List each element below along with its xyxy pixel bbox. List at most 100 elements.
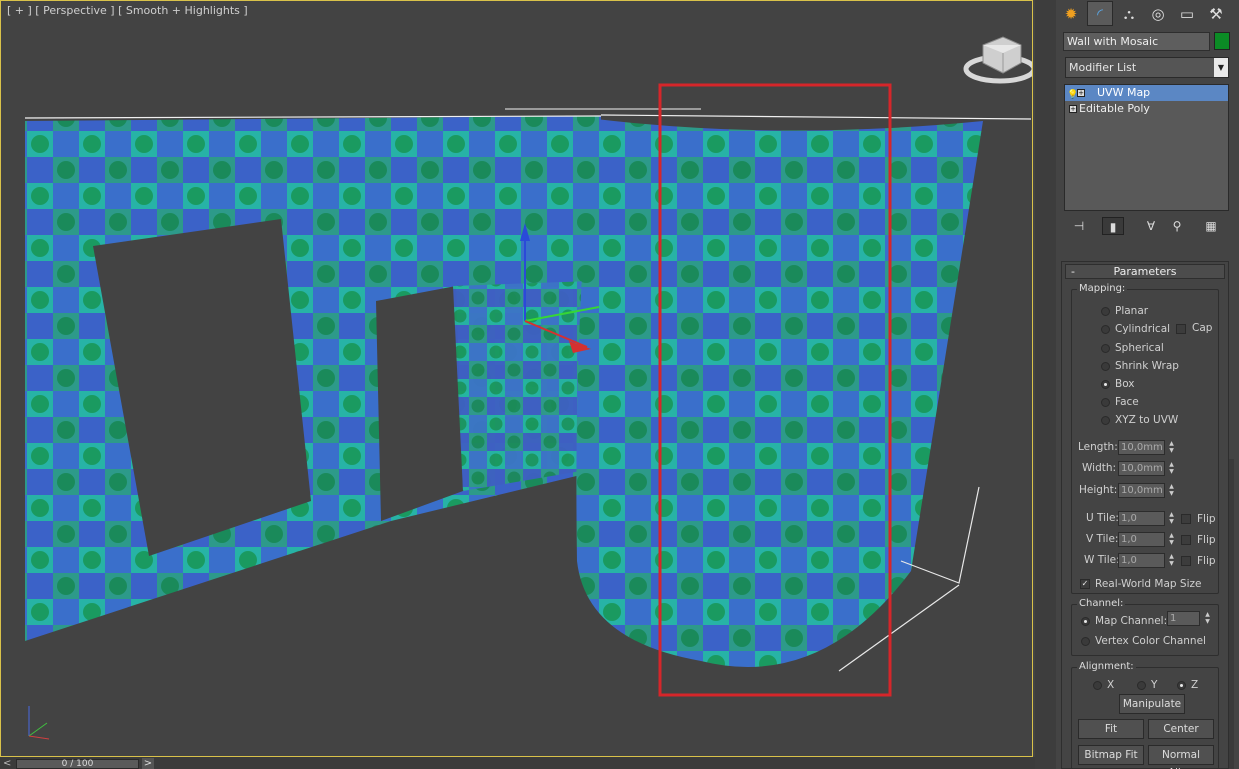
flip-label: Flip [1197,534,1216,546]
flip-label: Flip [1197,513,1216,525]
radio-dot[interactable] [1101,362,1110,371]
center-button[interactable]: Center [1148,719,1214,739]
panel-scrollbar[interactable] [1229,459,1234,769]
perspective-viewport[interactable]: [ + ] [ Perspective ] [ Smooth + Highlig… [0,0,1033,757]
radio-dot-selected[interactable] [1101,380,1110,389]
fit-button[interactable]: Fit [1078,719,1144,739]
expand-icon[interactable]: + [1077,89,1085,97]
normal-align-button[interactable]: Normal Align [1148,745,1214,769]
cap-checkbox[interactable] [1176,324,1186,334]
motion-icon[interactable]: ◎ [1145,1,1171,26]
radio-label: Planar [1115,305,1149,317]
radio-label: Y [1151,679,1158,691]
bitmap-fit-button[interactable]: Bitmap Fit [1078,745,1144,765]
collapse-icon[interactable]: - [1071,265,1075,278]
time-slider[interactable]: 0 / 100 [16,759,139,769]
lightbulb-icon[interactable]: 💡 [1067,87,1078,100]
viewport-label[interactable]: [ + ] [ Perspective ] [ Smooth + Highlig… [7,4,248,17]
axis-tripod [28,706,50,740]
remove-modifier-icon[interactable]: ⚲ [1166,217,1188,235]
time-prev-button[interactable]: < [3,758,15,769]
stack-item-label: UVW Map [1097,86,1151,99]
time-next-button[interactable]: > [142,758,154,769]
utilities-icon[interactable]: ⚒ [1203,1,1229,26]
radio-dot[interactable] [1101,307,1110,316]
make-unique-icon[interactable]: ∀ [1140,217,1162,235]
radio-label: Z [1191,679,1199,691]
u-flip-checkbox[interactable] [1181,514,1191,524]
hierarchy-icon[interactable]: ⛬ [1116,1,1142,26]
viewcube[interactable] [963,36,1033,84]
v-flip-checkbox[interactable] [1181,535,1191,545]
real-world-map-size-checkbox[interactable]: ✓ [1080,579,1090,589]
radio-label: Box [1115,378,1135,390]
cap-label: Cap [1192,322,1213,334]
alignment-title: Alignment: [1077,661,1136,672]
radio-label: Spherical [1115,342,1164,354]
mapping-title: Mapping: [1077,283,1128,294]
radio-dot[interactable] [1093,681,1102,690]
parameters-header[interactable]: - Parameters [1065,264,1225,279]
radio-dot[interactable] [1101,398,1110,407]
modify-icon[interactable]: ◜ [1087,1,1113,26]
length-label: Length: [1078,441,1118,453]
pin-stack-icon[interactable]: ⊣ [1068,217,1090,235]
width-label: Width: [1082,462,1117,474]
v-tile-spinner[interactable]: ▲ ▼ [1167,532,1176,547]
command-panel-tabs: ✹ ◜ ⛬ ◎ ▭ ⚒ [1056,0,1239,27]
v-tile-label: V Tile: [1086,533,1119,545]
height-field[interactable]: 10,0mm [1118,483,1165,498]
u-tile-label: U Tile: [1086,512,1119,524]
time-slider-bar: < 0 / 100 > [0,757,1056,769]
modifier-list-dropdown[interactable]: Modifier List ▼ [1065,57,1229,78]
length-spinner[interactable]: ▲ ▼ [1167,440,1176,455]
stack-toolbar: ⊣ ▮ ∀ ⚲ ▦ [1064,214,1229,238]
chevron-down-icon[interactable]: ▼ [1214,58,1228,77]
map-channel-spinner[interactable]: ▲ ▼ [1203,611,1212,626]
object-name-field[interactable]: Wall with Mosaic [1063,32,1210,51]
radio-dot[interactable] [1081,637,1090,646]
map-channel-field[interactable]: 1 [1167,611,1200,626]
u-tile-spinner[interactable]: ▲ ▼ [1167,511,1176,526]
create-icon[interactable]: ✹ [1058,1,1084,26]
panel-separator [1035,0,1056,769]
radio-dot-selected[interactable] [1177,681,1186,690]
w-tile-field[interactable]: 1,0 [1118,553,1165,568]
length-field[interactable]: 10,0mm [1118,440,1165,455]
3dsmax-window: [ + ] [ Perspective ] [ Smooth + Highlig… [0,0,1239,769]
width-spinner[interactable]: ▲ ▼ [1167,461,1176,476]
show-end-result-icon[interactable]: ▮ [1102,217,1124,235]
manipulate-button[interactable]: Manipulate [1119,694,1185,714]
radio-label: Cylindrical [1115,323,1171,335]
radio-label: Vertex Color Channel [1095,635,1206,647]
door-opening [376,286,463,521]
w-tile-label: W Tile: [1084,554,1120,566]
stack-item-uvw-map[interactable]: 💡 + UVW Map [1065,85,1228,101]
curved-wall [576,119,983,667]
real-world-map-size-label: Real-World Map Size [1095,578,1202,590]
flip-label: Flip [1197,555,1216,567]
parameters-rollout: - Parameters Mapping: Planar Cylindrical… [1061,261,1229,769]
radio-dot[interactable] [1101,325,1110,334]
parameters-title: Parameters [1113,265,1177,278]
object-color-swatch[interactable] [1214,32,1230,50]
radio-dot-selected[interactable] [1081,617,1090,626]
display-icon[interactable]: ▭ [1174,1,1200,26]
stack-item-editable-poly[interactable]: + Editable Poly [1065,101,1228,117]
w-flip-checkbox[interactable] [1181,556,1191,566]
radio-dot[interactable] [1137,681,1146,690]
scene-canvas [24,36,1033,740]
radio-dot[interactable] [1101,344,1110,353]
v-tile-field[interactable]: 1,0 [1118,532,1165,547]
radio-label: Face [1115,396,1139,408]
w-tile-spinner[interactable]: ▲ ▼ [1167,553,1176,568]
height-spinner[interactable]: ▲ ▼ [1167,483,1176,498]
configure-sets-icon[interactable]: ▦ [1200,217,1222,235]
height-label: Height: [1079,484,1118,496]
expand-icon[interactable]: + [1069,105,1077,113]
radio-dot[interactable] [1101,416,1110,425]
command-panel: ✹ ◜ ⛬ ◎ ▭ ⚒ Wall with Mosaic Modifier Li… [1056,0,1239,769]
modifier-list-label: Modifier List [1069,61,1137,74]
width-field[interactable]: 10,0mm [1118,461,1165,476]
u-tile-field[interactable]: 1,0 [1118,511,1165,526]
